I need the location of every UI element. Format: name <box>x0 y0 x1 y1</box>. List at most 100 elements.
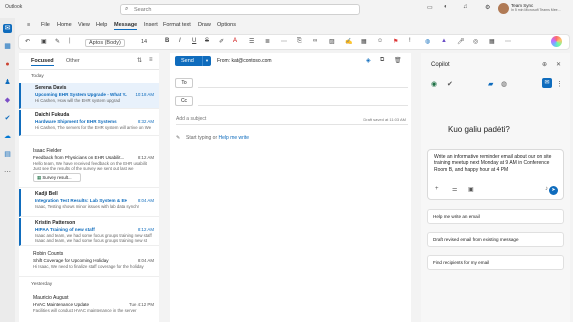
copilot-logo-icon[interactable] <box>551 36 562 47</box>
filter-icon[interactable]: ⇅ <box>137 57 142 64</box>
tab-insert[interactable]: Insert <box>144 22 158 28</box>
tab-focused[interactable]: Focused <box>31 58 54 66</box>
link-icon[interactable]: ∞ <box>313 38 317 44</box>
send-options-chevron-icon[interactable]: ▾ <box>202 56 211 66</box>
format-painter-icon[interactable]: ✎ <box>55 38 60 45</box>
tab-draw[interactable]: Draw <box>198 22 211 28</box>
tab-format-text[interactable]: Format text <box>163 22 191 28</box>
popout-icon[interactable]: ⧉ <box>380 57 384 64</box>
highlight-icon[interactable]: ✐ <box>219 38 224 45</box>
body-placeholder[interactable]: Start typing or Help me write <box>186 135 249 141</box>
apps-icon[interactable]: ▦ <box>489 38 495 45</box>
tab-options[interactable]: Options <box>217 22 236 28</box>
to-field[interactable] <box>198 87 408 88</box>
settings-slider-icon[interactable]: ⚌ <box>452 186 457 193</box>
send-button[interactable]: Send ▾ <box>175 56 211 66</box>
suggestion-help-write[interactable]: Help me write an email <box>427 209 564 224</box>
emoji-icon[interactable]: ☺ <box>377 38 383 44</box>
microphone-icon[interactable]: ♪ <box>545 186 548 192</box>
attach-doc-icon[interactable]: ▣ <box>468 186 474 193</box>
search-box[interactable]: ⌕ <box>120 4 360 15</box>
table-icon[interactable]: ▦ <box>361 38 367 45</box>
to-button[interactable]: To <box>175 78 193 88</box>
clipboard-icon[interactable]: ▣ <box>41 38 47 45</box>
flag-icon[interactable]: ⚑ <box>393 38 398 45</box>
suggestion-find-recipients[interactable]: Find recipients for my email <box>427 255 564 270</box>
upcoming-meeting[interactable]: Team Sync In 5 min Microsoft Teams Mee..… <box>511 3 561 13</box>
meet-now-icon[interactable]: ▭ <box>427 4 433 11</box>
viva-icon[interactable]: ◎ <box>473 38 478 45</box>
list-item[interactable]: Isaac Fielder Feedback from Physicians o… <box>19 146 159 188</box>
briefcase-icon[interactable]: ▰ <box>488 80 493 88</box>
bell-icon[interactable]: ♫ <box>463 4 468 10</box>
dictate-icon[interactable]: 🎤︎ <box>457 38 465 45</box>
strikethrough-icon[interactable]: S <box>205 38 209 44</box>
bold-icon[interactable]: B <box>165 38 169 44</box>
copilot-app-icon[interactable]: ● <box>3 60 12 69</box>
discard-trash-icon[interactable]: 🗑︎ <box>394 57 402 64</box>
todo-app-icon[interactable]: ✔ <box>3 114 12 123</box>
tab-file[interactable]: File <box>41 22 50 28</box>
cc-field[interactable] <box>198 105 408 106</box>
compose-mode-icon[interactable]: ✉ <box>542 78 552 88</box>
list-item[interactable]: Kadji Bell Integration Test Results: Lab… <box>19 189 159 217</box>
numbering-icon[interactable]: ≣ <box>265 38 270 45</box>
list-item[interactable]: Kristin Patterson HIPAA Training of new … <box>19 218 159 246</box>
add-icon[interactable]: + <box>435 186 439 192</box>
settings-gear-icon[interactable]: ⚙ <box>485 4 490 11</box>
list-item[interactable]: Mauricio August HVAC Maintenance Update … <box>19 293 159 322</box>
font-size-select[interactable]: 14 <box>141 39 147 45</box>
prompt-text[interactable]: Write an informative reminder email abou… <box>434 154 558 173</box>
mail-time: 8:32 AM <box>137 119 154 124</box>
font-family-select[interactable]: Aptos (Body) <box>85 39 125 47</box>
hamburger-icon[interactable]: ≡ <box>27 22 30 28</box>
files-app-icon[interactable]: ▤ <box>3 150 12 159</box>
undo-icon[interactable]: ↶ <box>25 38 30 45</box>
list-item[interactable]: Robin Counts Shift Coverage for Upcoming… <box>19 249 159 277</box>
list-item[interactable]: Serena Davis Upcoming EHR System Upgrade… <box>19 83 159 109</box>
tab-other[interactable]: Other <box>66 58 80 64</box>
italic-icon[interactable]: I <box>179 38 181 44</box>
more-format-icon[interactable]: ⋯ <box>281 38 287 45</box>
close-icon[interactable]: ✕ <box>556 61 561 68</box>
cc-button[interactable]: Cc <box>175 96 193 106</box>
from-field[interactable]: From: kat@contoso.com <box>217 58 272 64</box>
ribbon-more-icon[interactable]: ⋯ <box>505 38 511 45</box>
subject-field[interactable]: Add a subject <box>176 116 206 122</box>
tab-help[interactable]: Help <box>96 22 107 28</box>
font-color-icon[interactable]: A <box>233 38 237 44</box>
globe-icon[interactable]: ◍ <box>501 80 507 88</box>
importance-icon[interactable]: ! <box>409 38 411 44</box>
tab-message[interactable]: Message <box>114 22 138 30</box>
signature-icon[interactable]: ✍ <box>345 38 352 45</box>
suggestion-draft-revised[interactable]: Draft revised email from existing messag… <box>427 232 564 247</box>
new-chat-icon[interactable]: ⊕ <box>542 61 547 68</box>
copilot-send-button[interactable]: ➤ <box>549 186 558 195</box>
list-item[interactable]: Daichi Fukuda Hardware Shipment for EHR … <box>19 110 159 136</box>
tab-home[interactable]: Home <box>57 22 72 28</box>
copilot-prompt-box[interactable]: Write an informative reminder email abou… <box>427 149 564 200</box>
editor-icon[interactable]: ▲ <box>441 38 447 44</box>
sort-icon[interactable]: ≡ <box>149 57 153 63</box>
calendar-app-icon[interactable]: ▦ <box>3 42 12 51</box>
bullets-icon[interactable]: ☰ <box>249 38 254 45</box>
mail-app-icon[interactable]: ✉ <box>3 24 12 33</box>
onedrive-app-icon[interactable]: ☁ <box>3 132 12 141</box>
help-me-write-link[interactable]: Help me write <box>219 135 250 141</box>
more-apps-icon[interactable]: ⋯ <box>3 168 12 177</box>
avatar[interactable] <box>498 3 509 14</box>
sensitivity-icon[interactable]: ◍ <box>425 38 430 45</box>
plugin-icon[interactable]: ✔ <box>447 80 453 88</box>
picture-icon[interactable]: ▨ <box>329 38 335 45</box>
onenote-check-icon[interactable]: ◉ <box>431 80 437 88</box>
more-options-icon[interactable]: ⋮ <box>556 80 563 88</box>
teams-app-icon[interactable]: ◆ <box>3 96 12 105</box>
underline-icon[interactable]: U <box>192 38 196 44</box>
attachment-chip[interactable]: ▦ Survey result... <box>33 173 81 182</box>
copilot-title-icon[interactable]: ◐ <box>444 4 448 10</box>
attach-file-icon[interactable]: ⎘ <box>297 38 302 45</box>
sensitivity-shield-icon[interactable]: ◈ <box>366 57 371 64</box>
tab-view[interactable]: View <box>78 22 90 28</box>
search-input[interactable] <box>134 6 334 14</box>
people-app-icon[interactable]: ♟ <box>3 78 12 87</box>
